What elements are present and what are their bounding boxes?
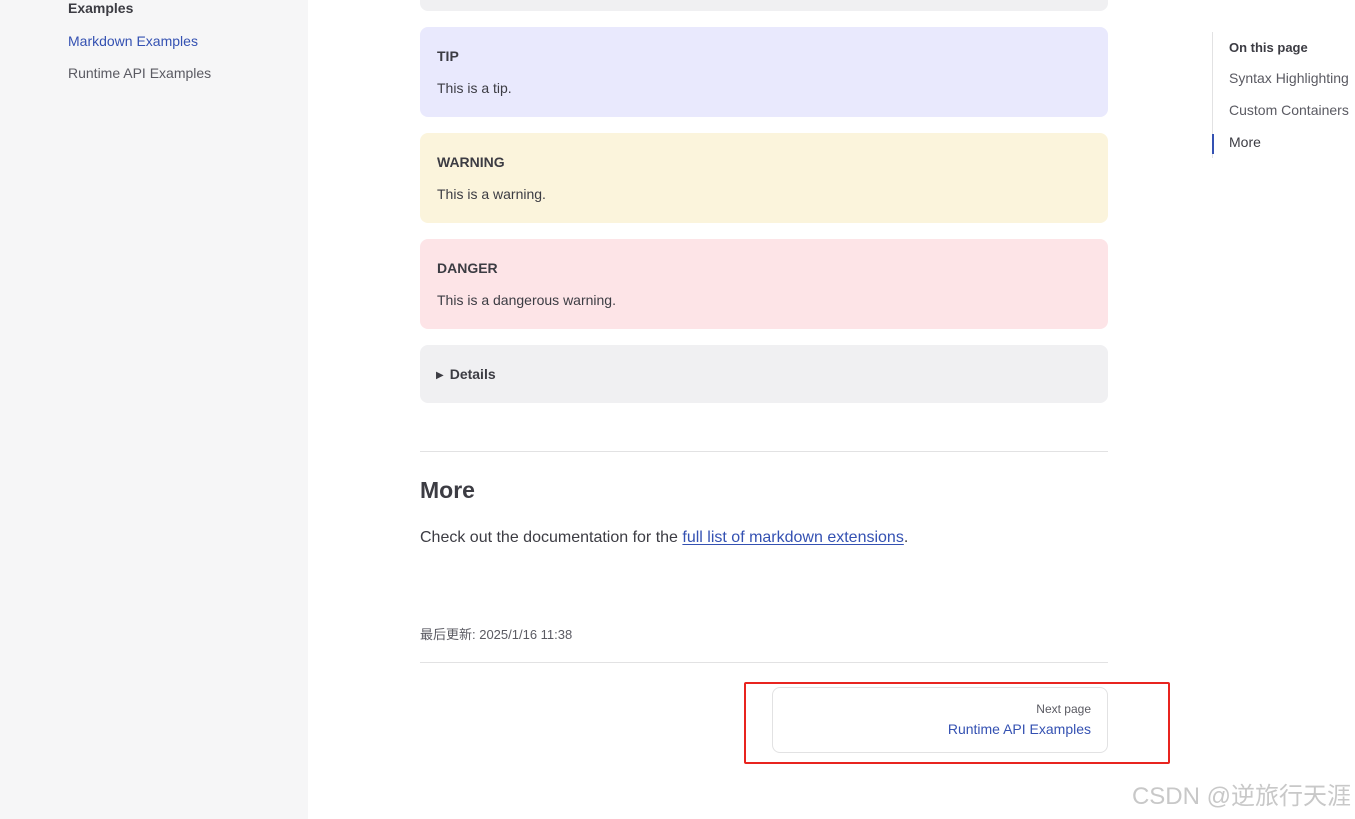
danger-container: DANGER This is a dangerous warning. [420,239,1108,329]
annotation-highlight-box [744,682,1170,764]
warning-container: WARNING This is a warning. [420,133,1108,223]
sidebar: Examples Markdown Examples Runtime API E… [0,0,308,819]
footer-divider [420,662,1108,663]
info-container-partial [420,0,1108,11]
sidebar-item-runtime-api-examples[interactable]: Runtime API Examples [68,65,211,81]
tip-title: TIP [437,48,459,64]
outline-item-custom-containers[interactable]: Custom Containers [1229,102,1349,118]
danger-title: DANGER [437,260,498,276]
sidebar-section-title: Examples [68,0,134,16]
markdown-extensions-link[interactable]: full list of markdown extensions [682,529,903,546]
warning-title: WARNING [437,154,505,170]
section-divider [420,451,1108,452]
details-container[interactable]: ▶ Details [420,345,1108,403]
sidebar-item-markdown-examples[interactable]: Markdown Examples [68,33,198,49]
details-summary[interactable]: ▶ Details [436,366,496,382]
tip-container: TIP This is a tip. [420,27,1108,117]
triangle-right-icon: ▶ [436,370,444,381]
more-paragraph: Check out the documentation for the full… [420,529,908,547]
more-heading: More [420,477,475,503]
outline-item-more[interactable]: More [1229,134,1261,150]
outline-active-marker [1212,134,1214,154]
watermark: CSDN @逆旅行天涯 [1131,783,1351,810]
last-updated: 最后更新: 2025/1/16 11:38 [420,627,573,642]
danger-text: This is a dangerous warning. [437,292,616,308]
more-text-before: Check out the documentation for the [420,529,683,546]
warning-text: This is a warning. [437,186,546,202]
tip-text: This is a tip. [437,80,512,96]
outline-title: On this page [1229,40,1308,55]
details-summary-label: Details [449,366,496,382]
outline-item-syntax-highlighting[interactable]: Syntax Highlighting [1229,70,1349,86]
more-text-after: . [903,529,909,546]
